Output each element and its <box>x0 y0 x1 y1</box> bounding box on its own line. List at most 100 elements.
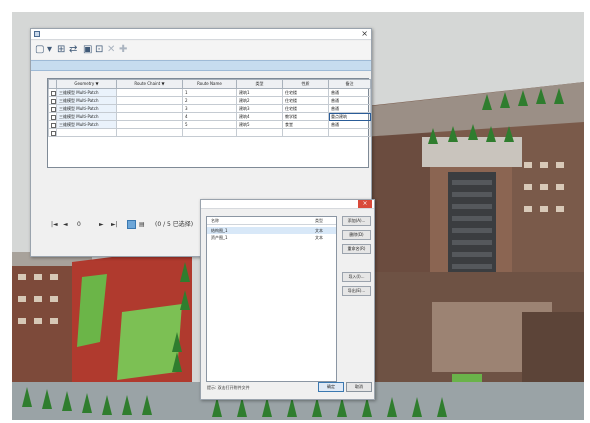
last-record-icon[interactable]: ►| <box>111 220 118 230</box>
delete-selected-icon[interactable]: ✕ <box>107 44 115 56</box>
cell-remark[interactable]: 普通 <box>328 120 371 129</box>
table-row[interactable]: 三维模型 Multi-Patch 4 建筑4 教学楼 重点建筑 <box>48 112 371 121</box>
column-header-geometry[interactable]: Geometry ▼ <box>56 79 117 89</box>
cell-route-name[interactable]: 3 <box>182 104 237 113</box>
table-window-close-icon[interactable]: × <box>361 28 368 39</box>
column-header-route-name[interactable]: Route Name <box>182 79 237 89</box>
select-by-attributes-icon[interactable]: ⊞ <box>57 44 65 56</box>
cell-type[interactable] <box>236 128 283 137</box>
cancel-button[interactable]: 取消 <box>346 382 372 392</box>
cell-remark[interactable] <box>328 128 371 137</box>
cell-remark[interactable]: 普通 <box>328 88 371 97</box>
row-checkbox[interactable] <box>51 106 56 112</box>
clear-selection-icon[interactable]: ▣ <box>83 44 92 56</box>
attribute-grid: Geometry ▼ Route Chaint ▼ Route Name 类型 … <box>47 78 371 168</box>
show-selected-records-icon[interactable]: ▤ <box>139 220 145 230</box>
cell-geometry[interactable]: 三维模型 Multi-Patch <box>56 104 117 113</box>
cell-remark[interactable]: 普通 <box>328 104 371 113</box>
list-item[interactable]: 结构图_1 文本 <box>207 227 336 234</box>
screenshot-frame: × ▢ ▾ ⊞ ⇄ ▣ ⊡ ✕ ✚ Geometry ▼ Route Chain… <box>0 0 590 423</box>
cell-type[interactable]: 建筑3 <box>236 104 283 113</box>
column-header-nature[interactable]: 性质 <box>282 79 329 89</box>
row-selector[interactable] <box>48 104 57 113</box>
export-attachment-button[interactable]: 导出(E)... <box>342 286 371 296</box>
cell-nature[interactable]: 住宅楼 <box>282 104 329 113</box>
row-checkbox[interactable] <box>51 130 56 136</box>
first-record-icon[interactable]: |◄ <box>51 220 58 230</box>
cell-nature[interactable] <box>282 128 329 137</box>
row-selector[interactable] <box>48 120 57 129</box>
cell-route-chaint[interactable] <box>116 104 183 113</box>
list-header-type[interactable]: 类型 <box>315 217 323 225</box>
cell-route-chaint[interactable] <box>116 120 183 129</box>
cell-remark[interactable]: 普通 <box>328 96 371 105</box>
ok-button[interactable]: 确定 <box>318 382 344 392</box>
record-position[interactable]: 0 <box>77 220 81 230</box>
show-all-records-icon[interactable] <box>127 220 136 229</box>
cell-route-chaint[interactable] <box>116 88 183 97</box>
cell-route-name[interactable] <box>182 128 237 137</box>
cell-route-name[interactable]: 2 <box>182 96 237 105</box>
next-record-icon[interactable]: ► <box>99 220 104 230</box>
table-window-titlebar[interactable]: × <box>31 29 371 40</box>
cell-nature[interactable]: 食堂 <box>282 120 329 129</box>
attachment-dialog: × 名称 类型 结构图_1 文本 资产图_1 文本 添加(A)... 删除(D)… <box>200 199 375 400</box>
table-row[interactable]: 三维模型 Multi-Patch 2 建筑2 住宅楼 普通 <box>48 96 371 105</box>
cell-geometry[interactable] <box>56 128 117 137</box>
cell-type[interactable]: 建筑5 <box>236 120 283 129</box>
attachment-type: 文本 <box>315 235 323 240</box>
list-item[interactable]: 资产图_1 文本 <box>207 234 336 241</box>
import-attachment-button[interactable]: 导入(I)... <box>342 272 371 282</box>
attachment-list-header: 名称 类型 <box>207 217 336 225</box>
selection-count-label: (0 / 5 已选择) <box>155 221 194 228</box>
row-selector[interactable] <box>48 112 57 121</box>
row-selector[interactable] <box>48 88 57 97</box>
cell-route-name[interactable]: 4 <box>182 112 237 121</box>
row-checkbox[interactable] <box>51 98 56 104</box>
list-header-name[interactable]: 名称 <box>211 217 219 225</box>
table-icon[interactable]: ▢ <box>35 44 44 56</box>
zoom-to-selected-icon[interactable]: ⊡ <box>95 44 103 56</box>
attachment-list[interactable]: 名称 类型 结构图_1 文本 资产图_1 文本 <box>206 216 337 382</box>
cell-nature[interactable]: 教学楼 <box>282 112 329 121</box>
switch-selection-icon[interactable]: ⇄ <box>69 44 77 56</box>
table-row[interactable]: 三维模型 Multi-Patch 5 建筑5 食堂 普通 <box>48 120 371 129</box>
dialog-close-icon[interactable]: × <box>358 200 372 208</box>
cell-nature[interactable]: 住宅楼 <box>282 96 329 105</box>
add-attachment-button[interactable]: 添加(A)... <box>342 216 371 226</box>
cell-route-chaint[interactable] <box>116 112 183 121</box>
table-row[interactable]: 三维模型 Multi-Patch 3 建筑3 住宅楼 普通 <box>48 104 371 113</box>
column-header-select[interactable] <box>48 79 57 89</box>
cell-type[interactable]: 建筑4 <box>236 112 283 121</box>
attachment-name: 结构图_1 <box>211 228 228 233</box>
table-header-row: Geometry ▼ Route Chaint ▼ Route Name 类型 … <box>48 79 371 89</box>
column-header-remark[interactable]: 备注 <box>328 79 371 89</box>
table-row[interactable]: 三维模型 Multi-Patch 1 建筑1 住宅楼 普通 <box>48 88 371 97</box>
previous-record-icon[interactable]: ◄ <box>63 220 68 230</box>
rename-attachment-button[interactable]: 重命名(R) <box>342 244 371 254</box>
cell-geometry[interactable]: 三维模型 Multi-Patch <box>56 96 117 105</box>
cell-remark[interactable]: 重点建筑 <box>328 112 371 121</box>
cell-route-name[interactable]: 5 <box>182 120 237 129</box>
row-selector[interactable] <box>48 128 57 137</box>
cell-route-name[interactable]: 1 <box>182 88 237 97</box>
delete-attachment-button[interactable]: 删除(D) <box>342 230 371 240</box>
cell-route-chaint[interactable] <box>116 96 183 105</box>
cell-type[interactable]: 建筑2 <box>236 96 283 105</box>
table-row-new[interactable] <box>48 128 371 137</box>
dialog-titlebar[interactable]: × <box>201 200 374 209</box>
cell-route-chaint[interactable] <box>116 128 183 137</box>
row-checkbox[interactable] <box>51 122 56 128</box>
row-selector[interactable] <box>48 96 57 105</box>
row-checkbox[interactable] <box>51 114 56 120</box>
column-header-route-chaint[interactable]: Route Chaint ▼ <box>116 79 183 89</box>
cell-geometry[interactable]: 三维模型 Multi-Patch <box>56 88 117 97</box>
cell-nature[interactable]: 住宅楼 <box>282 88 329 97</box>
options-dropdown-icon[interactable]: ▾ <box>47 44 52 56</box>
cell-geometry[interactable]: 三维模型 Multi-Patch <box>56 112 117 121</box>
cell-geometry[interactable]: 三维模型 Multi-Patch <box>56 120 117 129</box>
column-header-type[interactable]: 类型 <box>236 79 283 89</box>
cell-type[interactable]: 建筑1 <box>236 88 283 97</box>
add-field-icon[interactable]: ✚ <box>119 44 127 56</box>
row-checkbox[interactable] <box>51 90 56 96</box>
